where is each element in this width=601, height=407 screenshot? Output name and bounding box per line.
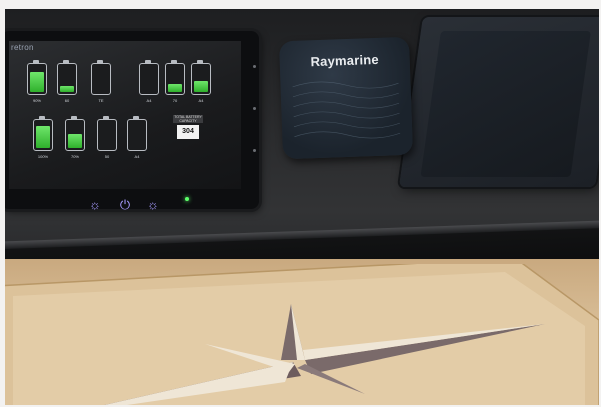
power-icon: ⏻	[119, 197, 131, 212]
battery-fill	[68, 134, 82, 148]
wave-texture	[292, 81, 401, 139]
battery-fill	[60, 86, 74, 92]
settings-icon: ☼	[147, 197, 159, 212]
battery-icon[interactable]: 60	[57, 60, 77, 103]
total-capacity-value[interactable]: 304	[177, 125, 199, 139]
battery-label: A4	[134, 154, 140, 159]
total-capacity-caption: TOTAL BATTERY CAPACITY	[173, 115, 203, 123]
battery-icon[interactable]: 70	[165, 60, 185, 103]
battery-label: 50	[104, 154, 110, 159]
chart-plotter	[399, 17, 599, 187]
raymarine-logo: Raymarine	[310, 51, 380, 70]
battery-label: 100%	[37, 154, 49, 159]
battery-label: 90%	[32, 98, 41, 103]
brightness-icon: ☼	[89, 197, 101, 212]
battery-label: 70	[172, 98, 178, 103]
battery-fill	[194, 81, 208, 92]
battery-fill	[168, 84, 182, 92]
battery-fill	[36, 126, 50, 148]
battery-label: 60	[64, 98, 70, 103]
battery-icon[interactable]: TE	[91, 60, 111, 103]
status-led	[185, 197, 189, 201]
battery-icon[interactable]: 70%	[65, 116, 85, 159]
battery-label: TE	[98, 98, 104, 103]
battery-icon[interactable]: A4	[191, 60, 211, 103]
battery-icon[interactable]: 100%	[33, 116, 53, 159]
raymarine-keypad: Raymarine	[278, 36, 414, 160]
battery-icon[interactable]: A4	[127, 116, 147, 159]
mount-screw	[253, 149, 256, 152]
compass-rose-inlay	[5, 264, 599, 405]
battery-icon[interactable]: 90%	[27, 60, 47, 103]
photo-scene: retron 90% 60 TE A4 70 A4 100% 70% 50 A4 TOTAL BA…	[5, 9, 599, 405]
battery-label: 70%	[70, 154, 79, 159]
mount-screw	[253, 107, 256, 110]
battery-icon[interactable]: A4	[139, 60, 159, 103]
battery-fill	[30, 72, 44, 92]
chart-plotter-screen	[420, 31, 591, 177]
battery-monitor-screen: retron 90% 60 TE A4 70 A4 100% 70% 50 A4 TOTAL BA…	[9, 41, 241, 189]
mount-screw	[253, 65, 256, 68]
battery-icon[interactable]: 50	[97, 116, 117, 159]
brightness-up-button[interactable]: ☼	[145, 197, 161, 213]
battery-monitor-display: retron 90% 60 TE A4 70 A4 100% 70% 50 A4 TOTAL BA…	[5, 31, 259, 212]
battery-label: A4	[146, 98, 152, 103]
brightness-down-button[interactable]: ☼	[87, 197, 103, 213]
power-button[interactable]: ⏻	[117, 197, 133, 213]
panel-brand-logo: retron	[11, 43, 34, 52]
battery-label: A4	[198, 98, 204, 103]
